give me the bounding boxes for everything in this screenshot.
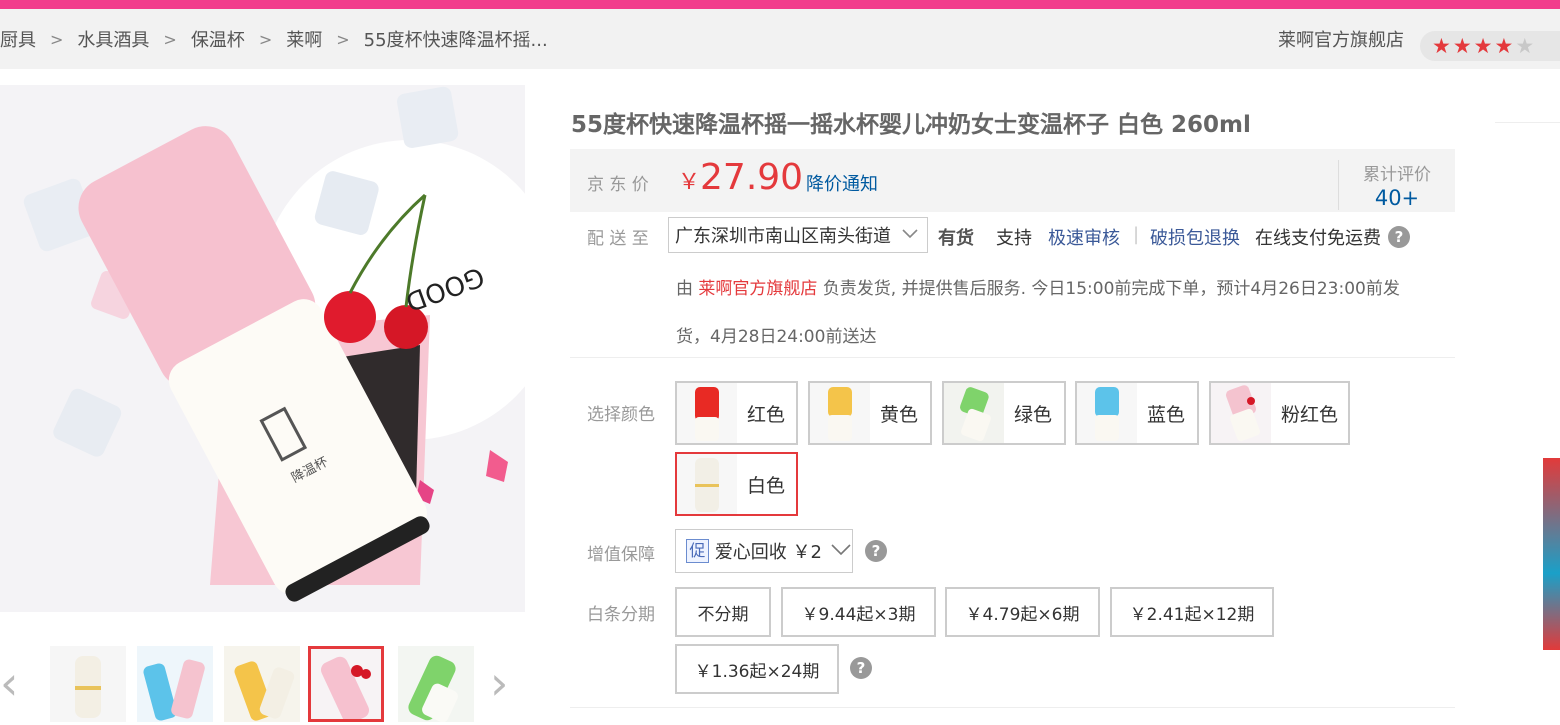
store-name[interactable]: 莱啊官方旗舰店 <box>1278 9 1404 69</box>
breadcrumb-item[interactable]: 55度杯快速降温杯摇... <box>364 26 548 52</box>
breadcrumb-bar: 厨具 > 水具酒具 > 保温杯 > 莱啊 > 55度杯快速降温杯摇... 莱啊官… <box>0 9 1560 69</box>
product-title: 55度杯快速降温杯摇一摇水杯婴儿冲奶女士变温杯子 白色 260ml <box>571 112 1251 138</box>
color-option-label: 白色 <box>747 474 786 497</box>
star-icon: ★ <box>1432 33 1451 58</box>
support-label: 支持 <box>996 228 1032 249</box>
help-icon[interactable]: ? <box>1388 226 1410 248</box>
star-icon: ★ <box>1494 33 1514 58</box>
thumbnail-image <box>311 649 381 719</box>
help-icon[interactable]: ? <box>865 540 887 562</box>
help-icon[interactable]: ? <box>850 657 872 679</box>
review-count: 40+ <box>1374 186 1420 210</box>
installment-option[interactable]: ￥2.41起×12期 <box>1110 587 1274 637</box>
breadcrumb-item[interactable]: 保温杯 <box>191 26 245 52</box>
color-option-label: 蓝色 <box>1147 403 1186 426</box>
color-swatch <box>677 454 737 514</box>
thumbnail-selected[interactable] <box>308 646 384 722</box>
divider <box>570 707 1455 708</box>
color-option-blue[interactable]: 蓝色 <box>1075 381 1199 445</box>
delivery-label: 配 送 至 <box>587 229 649 249</box>
price-notify-link[interactable]: 降价通知 <box>806 170 878 196</box>
damage-return-link[interactable]: 破损包退换 <box>1150 224 1240 250</box>
price-label: 京 东 价 <box>587 175 649 195</box>
installment-option[interactable]: 不分期 <box>675 587 771 637</box>
price: ￥27.90 <box>678 157 803 198</box>
star-icon: ★ <box>1452 33 1472 58</box>
installment-label: 白条分期 <box>587 605 655 625</box>
free-shipping-text: 在线支付免运费 <box>1255 228 1381 249</box>
color-option-yellow[interactable]: 黄色 <box>808 381 932 445</box>
breadcrumb-item[interactable]: 莱啊 <box>286 26 322 52</box>
value-added-selector[interactable]: 促 爱心回收 ￥2 <box>675 529 853 573</box>
breadcrumb: 厨具 > 水具酒具 > 保温杯 > 莱啊 > 55度杯快速降温杯摇... <box>0 9 548 69</box>
thumbnail[interactable] <box>50 646 126 722</box>
color-swatch <box>810 383 870 443</box>
currency-symbol: ￥ <box>678 170 701 195</box>
thumbnail-image <box>50 646 126 722</box>
stock-status: 有货 <box>938 228 974 249</box>
chevron-right-icon: > <box>163 29 177 49</box>
value-added-text: 爱心回收 ￥2 <box>714 542 822 563</box>
color-swatch <box>944 383 1004 443</box>
color-option-label: 粉红色 <box>1281 403 1339 426</box>
side-ad-banner[interactable] <box>1543 458 1560 650</box>
shipping-shop-link[interactable]: 莱啊官方旗舰店 <box>698 279 817 299</box>
color-option-red[interactable]: 红色 <box>675 381 798 445</box>
star-icon: ★ <box>1473 33 1493 58</box>
chevron-right-icon: > <box>258 29 273 49</box>
shipping-info-line1: 负责发货, 并提供售后服务. 今日15:00前完成下单，预计4月26日23:00… <box>822 279 1400 299</box>
main-product-image[interactable]: 降温杯 GOOD <box>0 85 525 612</box>
color-option-pink[interactable]: 粉红色 <box>1209 381 1350 445</box>
shipping-info-line2: 货，4月28日24:00前送达 <box>676 327 877 347</box>
separator: | <box>1133 224 1140 245</box>
right-side-panel <box>1495 85 1560 725</box>
installment-option[interactable]: ￥4.79起×6期 <box>945 587 1100 637</box>
breadcrumb-item[interactable]: 水具酒具 <box>77 26 149 52</box>
shipping-info-prefix: 由 <box>676 279 693 299</box>
chevron-right-icon: > <box>336 29 350 49</box>
address-text: 广东深圳市南山区南头街道 <box>675 226 891 247</box>
shipping-info: 由 莱啊官方旗舰店 负责发货, 并提供售后服务. 今日15:00前完成下单，预计… <box>676 265 1446 361</box>
divider <box>570 357 1455 358</box>
thumbnail[interactable] <box>224 646 300 722</box>
chevron-left-icon[interactable]: ‹ <box>0 660 18 706</box>
star-icon: ★ <box>1515 33 1535 58</box>
value-added-label: 增值保障 <box>587 545 655 565</box>
store-rating: ★ ★ ★ ★ ★ <box>1420 31 1560 61</box>
chevron-down-icon <box>830 541 852 562</box>
breadcrumb-item[interactable]: 厨具 <box>0 26 36 52</box>
fast-review-link[interactable]: 极速审核 <box>1048 224 1120 250</box>
address-selector[interactable]: 广东深圳市南山区南头街道 <box>668 217 928 253</box>
installment-option[interactable]: ￥9.44起×3期 <box>781 587 936 637</box>
color-swatch <box>677 383 737 443</box>
divider <box>1495 122 1560 123</box>
promo-badge: 促 <box>686 539 709 563</box>
color-option-label: 黄色 <box>880 403 919 426</box>
thumbnail-strip: ‹ › <box>0 640 530 725</box>
thumbnail-image <box>398 646 474 722</box>
color-label: 选择颜色 <box>587 405 655 425</box>
color-swatch <box>1077 383 1137 443</box>
thumbnail[interactable] <box>137 646 213 722</box>
chevron-down-icon <box>901 224 919 246</box>
review-summary[interactable]: 累计评价 40+ <box>1338 160 1455 210</box>
thumbnail-image <box>224 646 300 722</box>
price-value: 27.90 <box>700 157 804 198</box>
color-option-label: 红色 <box>747 403 786 426</box>
color-option-label: 绿色 <box>1014 403 1053 426</box>
color-option-white-selected[interactable]: 白色 <box>675 452 798 516</box>
chevron-right-icon[interactable]: › <box>490 660 508 706</box>
color-option-green[interactable]: 绿色 <box>942 381 1066 445</box>
product-photo: 降温杯 GOOD <box>0 85 525 612</box>
thumbnail[interactable] <box>398 646 474 722</box>
installment-option[interactable]: ￥1.36起×24期 <box>675 644 839 694</box>
review-label: 累计评价 <box>1363 165 1431 185</box>
chevron-right-icon: > <box>50 29 64 49</box>
thumbnail-image <box>137 646 213 722</box>
top-accent-bar <box>0 0 1560 9</box>
color-swatch <box>1211 383 1271 443</box>
